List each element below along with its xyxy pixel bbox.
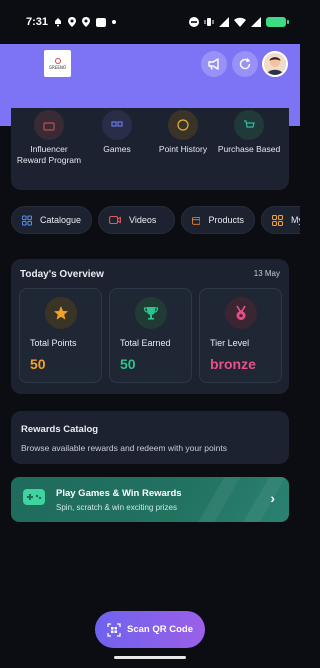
refresh-icon	[239, 58, 251, 70]
location-icon	[68, 17, 77, 27]
category-purchase-based[interactable]: Purchase Based	[216, 108, 282, 155]
rewards-catalog-title: Rewards Catalog	[21, 424, 99, 435]
scan-qr-label: Scan QR Code	[127, 624, 193, 635]
megaphone-icon	[208, 58, 219, 70]
category-icon-bg	[102, 110, 132, 140]
category-label: Influencer Reward Program	[16, 144, 82, 165]
gamepad-icon	[23, 489, 45, 505]
profile-avatar[interactable]	[262, 51, 288, 77]
chip-videos[interactable]: Videos	[98, 206, 175, 234]
app-icon	[96, 17, 107, 27]
star-icon	[54, 306, 68, 320]
play-games-banner[interactable]: Play Games & Win Rewards Spin, scratch &…	[11, 477, 289, 522]
category-label: Games	[103, 144, 131, 154]
stat-value: 50	[30, 356, 46, 372]
gift-icon	[43, 122, 55, 131]
cart-icon	[244, 120, 255, 128]
signal-icon	[219, 17, 229, 27]
overview-title: Today's Overview	[20, 269, 104, 280]
category-card: Influencer Reward Program Games Point Hi…	[11, 108, 289, 190]
category-icon-bg	[168, 110, 198, 140]
location-icon	[82, 17, 91, 27]
medal-icon	[236, 305, 246, 320]
wifi-icon	[234, 17, 246, 27]
play-games-title: Play Games & Win Rewards	[56, 488, 182, 499]
stat-total-earned[interactable]: Total Earned 50	[109, 288, 192, 383]
stat-icon-bg	[135, 297, 167, 329]
signal-icon	[251, 17, 261, 27]
rewards-catalog-subtitle: Browse available rewards and redeem with…	[21, 443, 227, 453]
brand-logo: GREENO	[44, 50, 71, 77]
chip-products[interactable]: Products	[181, 206, 255, 234]
refresh-button[interactable]	[232, 51, 258, 77]
chip-label: My P	[291, 215, 300, 225]
status-time: 7:31	[26, 16, 49, 28]
category-games[interactable]: Games	[84, 108, 150, 155]
category-influencer-reward[interactable]: Influencer Reward Program	[16, 108, 82, 166]
overview-date: 13 May	[253, 269, 280, 278]
category-label: Point History	[158, 144, 208, 154]
avatar-image	[264, 53, 286, 75]
home-indicator[interactable]	[114, 656, 186, 659]
battery-icon	[266, 17, 289, 27]
gamepad-icon	[111, 121, 123, 127]
chip-label: Products	[208, 215, 244, 225]
chip-label: Videos	[129, 215, 157, 225]
stat-total-points[interactable]: Total Points 50	[19, 288, 102, 383]
stat-icon-bg	[45, 297, 77, 329]
calendar-icon	[192, 216, 201, 225]
category-icon-bg	[234, 110, 264, 140]
scan-qr-button[interactable]: Scan QR Code	[95, 611, 205, 648]
status-bar: 7:31	[0, 0, 300, 44]
vibrate-icon	[204, 18, 214, 26]
rewards-catalog-card[interactable]: Rewards Catalog Browse available rewards…	[11, 411, 289, 464]
trophy-icon	[143, 307, 159, 320]
chevron-right-icon: ›	[270, 490, 275, 506]
play-games-subtitle: Spin, scratch & win exciting prizes	[56, 503, 177, 512]
notification-icon	[55, 17, 62, 26]
stat-label: Total Points	[30, 338, 77, 348]
stat-label: Tier Level	[210, 338, 250, 348]
announcement-button[interactable]	[201, 51, 227, 77]
stat-tier-level[interactable]: Tier Level bronze	[199, 288, 282, 383]
dnd-icon	[189, 17, 199, 27]
overview-card: Today's Overview 13 May Total Points 50 …	[11, 259, 289, 394]
video-icon	[109, 215, 121, 225]
stat-value: bronze	[210, 356, 256, 372]
banner-stripe	[194, 477, 242, 522]
grid-icon	[272, 214, 283, 226]
quick-links-row: Catalogue Videos Products My P	[11, 206, 300, 234]
clock-icon	[177, 119, 189, 131]
category-icon-bg	[34, 110, 64, 140]
dot-icon	[112, 20, 117, 24]
banner-stripe	[239, 477, 287, 522]
qr-code-icon	[107, 622, 121, 637]
brand-logo-text: GREENO	[48, 64, 67, 70]
category-point-history[interactable]: Point History	[150, 108, 216, 155]
stat-value: 50	[120, 356, 136, 372]
stat-label: Total Earned	[120, 338, 171, 348]
grid-icon	[22, 214, 32, 226]
chip-my-p[interactable]: My P	[261, 206, 300, 234]
category-label: Purchase Based	[217, 144, 281, 154]
chip-label: Catalogue	[39, 215, 81, 225]
chip-catalogue[interactable]: Catalogue	[11, 206, 92, 234]
stat-icon-bg	[225, 297, 257, 329]
